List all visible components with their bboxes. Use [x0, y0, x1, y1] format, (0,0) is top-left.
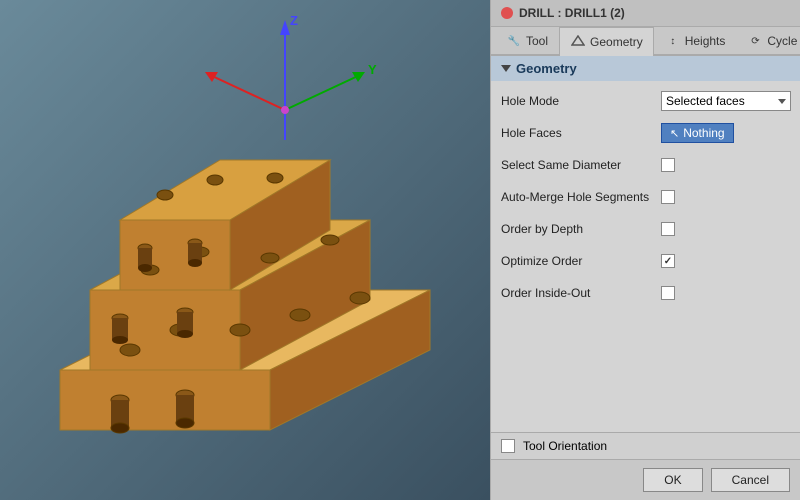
order-by-depth-row: Order by Depth: [501, 217, 790, 241]
hole-faces-label: Hole Faces: [501, 126, 661, 140]
tab-cycle-label: Cycle: [767, 34, 797, 48]
tab-tool[interactable]: 🔧 Tool: [495, 27, 559, 54]
optimize-order-checkbox[interactable]: [661, 254, 675, 268]
ok-button[interactable]: OK: [643, 468, 702, 492]
hole-mode-control: Selected faces: [661, 91, 791, 111]
tab-tool-label: Tool: [526, 34, 548, 48]
tab-geometry[interactable]: Geometry: [559, 27, 654, 56]
geometry-icon: [570, 34, 586, 50]
panel-title-icon: [501, 7, 513, 19]
hole-faces-control: ↖ Nothing: [661, 123, 790, 143]
panel-title: DRILL : DRILL1 (2): [519, 6, 625, 20]
collapse-icon: [501, 65, 511, 72]
properties-panel: DRILL : DRILL1 (2) 🔧 Tool Geometry ↕ Hei…: [490, 0, 800, 500]
geometry-section-header[interactable]: Geometry: [491, 56, 800, 81]
order-by-depth-checkbox[interactable]: [661, 222, 675, 236]
select-same-diameter-row: Select Same Diameter: [501, 153, 790, 177]
auto-merge-label: Auto-Merge Hole Segments: [501, 190, 661, 204]
hole-mode-row: Hole Mode Selected faces: [501, 89, 790, 113]
select-same-diameter-control: [661, 158, 790, 172]
select-same-diameter-checkbox[interactable]: [661, 158, 675, 172]
panel-title-bar: DRILL : DRILL1 (2): [491, 0, 800, 27]
auto-merge-row: Auto-Merge Hole Segments: [501, 185, 790, 209]
tool-orientation-label: Tool Orientation: [523, 439, 607, 453]
optimize-order-label: Optimize Order: [501, 254, 661, 268]
hole-faces-row: Hole Faces ↖ Nothing: [501, 121, 790, 145]
tab-heights[interactable]: ↕ Heights: [654, 27, 737, 54]
dropdown-arrow-icon: [778, 99, 786, 104]
section-title: Geometry: [516, 61, 577, 76]
order-inside-out-checkbox[interactable]: [661, 286, 675, 300]
cancel-button[interactable]: Cancel: [711, 468, 790, 492]
hole-mode-dropdown[interactable]: Selected faces: [661, 91, 791, 111]
cycle-icon: ⟳: [747, 33, 763, 49]
3d-viewport[interactable]: Z Y: [0, 0, 490, 500]
heights-icon: ↕: [665, 33, 681, 49]
svg-text:Z: Z: [290, 13, 298, 28]
order-inside-out-label: Order Inside-Out: [501, 286, 661, 300]
optimize-order-row: Optimize Order: [501, 249, 790, 273]
order-by-depth-control: [661, 222, 790, 236]
select-same-diameter-label: Select Same Diameter: [501, 158, 661, 172]
hole-mode-label: Hole Mode: [501, 94, 661, 108]
order-inside-out-row: Order Inside-Out: [501, 281, 790, 305]
auto-merge-control: [661, 190, 790, 204]
svg-text:Y: Y: [368, 62, 377, 77]
tool-orientation-checkbox[interactable]: [501, 439, 515, 453]
order-inside-out-control: [661, 286, 790, 300]
tool-icon: 🔧: [506, 33, 522, 49]
tab-geometry-label: Geometry: [590, 35, 643, 49]
footer: OK Cancel: [491, 459, 800, 500]
order-by-depth-label: Order by Depth: [501, 222, 661, 236]
form-content: Hole Mode Selected faces Hole Faces ↖ No…: [491, 81, 800, 432]
tool-orientation-row: Tool Orientation: [491, 432, 800, 459]
cursor-icon: ↖: [670, 127, 679, 140]
tab-bar: 🔧 Tool Geometry ↕ Heights ⟳ Cycle: [491, 27, 800, 56]
tab-cycle[interactable]: ⟳ Cycle: [736, 27, 800, 54]
auto-merge-checkbox[interactable]: [661, 190, 675, 204]
nothing-label: Nothing: [683, 126, 724, 140]
optimize-order-control: [661, 254, 790, 268]
tab-heights-label: Heights: [685, 34, 726, 48]
nothing-button[interactable]: ↖ Nothing: [661, 123, 734, 143]
hole-mode-value: Selected faces: [666, 94, 774, 108]
